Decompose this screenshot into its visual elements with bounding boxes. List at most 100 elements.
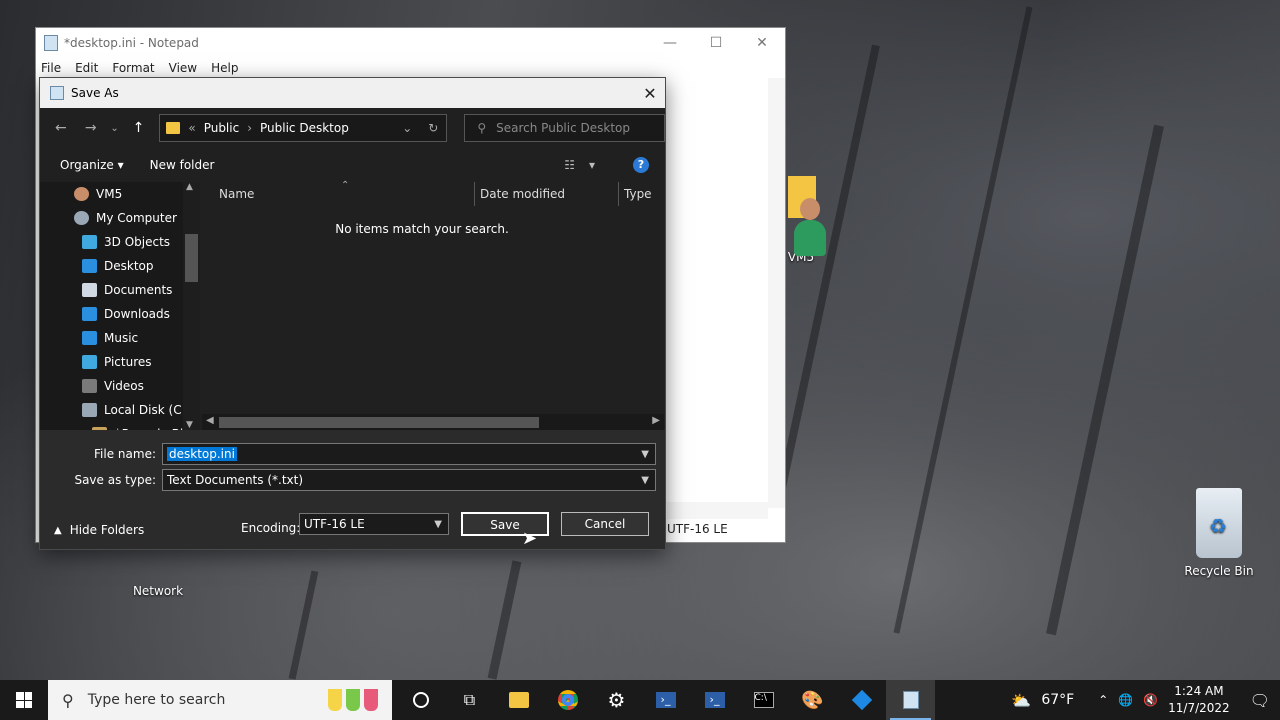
recent-locations-chevron-icon[interactable]: ⌄ [108, 123, 122, 134]
cortana-button[interactable] [396, 680, 445, 720]
tree-item[interactable]: Downloads [40, 302, 200, 326]
help-icon[interactable]: ? [633, 157, 649, 173]
notification-icon[interactable]: 🗨 [1250, 691, 1270, 710]
organize-button[interactable]: Organize ▾ [60, 158, 124, 172]
powershell-button[interactable]: ›_ [641, 680, 690, 720]
menu-edit[interactable]: Edit [75, 61, 98, 75]
start-button[interactable] [0, 680, 48, 720]
folder-icon [508, 692, 529, 708]
breadcrumb-public[interactable]: Public [204, 121, 240, 135]
search-highlight-flasks-icon [328, 689, 378, 711]
file-name-label: File name: [94, 447, 156, 461]
taskbar-search-box[interactable]: ⚲ Type here to search [48, 680, 392, 720]
chevron-down-icon[interactable]: ▼ [434, 519, 448, 530]
notepad-vertical-scrollbar[interactable] [768, 78, 785, 508]
tree-item[interactable]: Videos [40, 374, 200, 398]
encoding-label: Encoding: [241, 521, 301, 535]
tree-item[interactable]: Local Disk (C:) [40, 398, 200, 422]
chevron-down-icon[interactable]: ⌄ [394, 121, 420, 135]
network-globe-icon[interactable]: 🌐 [1118, 693, 1133, 707]
chevron-down-icon[interactable]: ▼ [641, 449, 655, 460]
tree-item[interactable]: $Recycle.Bin [40, 422, 200, 430]
weather-icon[interactable]: ⛅ [1011, 691, 1031, 710]
scroll-left-icon[interactable]: ◀ [206, 415, 214, 426]
encoding-select[interactable]: UTF-16 LE ▼ [299, 513, 449, 535]
up-arrow-icon[interactable]: ↑ [126, 120, 152, 136]
tree-scrollbar[interactable]: ▲ ▼ [183, 182, 200, 430]
wallpaper-streak [288, 570, 319, 680]
chevron-right-icon[interactable]: › [247, 121, 252, 135]
column-name[interactable]: Name [219, 187, 254, 201]
tree-item[interactable]: Desktop [40, 254, 200, 278]
paint-button[interactable]: 🎨 [788, 680, 837, 720]
address-bar[interactable]: « Public › Public Desktop ⌄ ↻ [159, 114, 448, 142]
powershell-icon: ›_ [704, 692, 725, 708]
close-icon[interactable]: ✕ [739, 28, 785, 58]
volume-muted-icon[interactable]: 🔇 [1143, 693, 1158, 707]
minimize-icon[interactable]: — [647, 28, 693, 58]
menu-view[interactable]: View [169, 61, 197, 75]
tree-item[interactable]: VM5 [40, 182, 200, 206]
tree-item[interactable]: Documents [40, 278, 200, 302]
maximize-icon[interactable]: ☐ [693, 28, 739, 58]
chevron-up-icon[interactable]: ⌃ [1098, 693, 1108, 707]
hide-folders-button[interactable]: ▲ Hide Folders [54, 523, 144, 537]
weather-temperature[interactable]: 67°F [1041, 692, 1074, 708]
close-icon[interactable]: ✕ [635, 84, 665, 103]
breadcrumb-public-desktop[interactable]: Public Desktop [260, 121, 349, 135]
cancel-button[interactable]: Cancel [561, 512, 649, 536]
file-explorer-button[interactable] [494, 680, 543, 720]
tree-item[interactable]: Music [40, 326, 200, 350]
column-type[interactable]: Type [624, 187, 652, 201]
scroll-down-icon[interactable]: ▼ [186, 420, 193, 430]
scroll-right-icon[interactable]: ▶ [652, 415, 660, 426]
back-arrow-icon[interactable]: ← [48, 120, 74, 136]
command-prompt-button[interactable]: C:\ [739, 680, 788, 720]
file-name-row: File name: desktop.ini ▼ [40, 443, 656, 465]
taskbar-apps: ⧉ ⚙ ›_ ›_ C:\ 🎨 [396, 680, 935, 720]
notepad-taskbar-button[interactable] [886, 680, 935, 720]
menu-help[interactable]: Help [211, 61, 238, 75]
desktop-icon-recycle-bin[interactable]: ♻ Recycle Bin [1179, 488, 1259, 578]
column-separator[interactable] [474, 182, 475, 206]
tree-item[interactable]: My Computer [40, 206, 200, 230]
clock[interactable]: 1:24 AM 11/7/2022 [1168, 683, 1230, 717]
scroll-thumb[interactable] [219, 417, 539, 428]
task-view-button[interactable]: ⧉ [445, 680, 494, 720]
recycle-bin-icon: ♻ [1196, 488, 1242, 558]
new-folder-button[interactable]: New folder [150, 158, 215, 172]
save-type-select[interactable]: Text Documents (*.txt) ▼ [162, 469, 656, 491]
dialog-title-bar: Save As ✕ [40, 78, 665, 108]
mouse-cursor-icon: ➤ [522, 528, 538, 549]
forward-arrow-icon[interactable]: → [78, 120, 104, 136]
tree-item[interactable]: 3D Objects [40, 230, 200, 254]
navigation-bar: ← → ⌄ ↑ « Public › Public Desktop ⌄ ↻ ⚲ … [40, 108, 665, 148]
search-input[interactable]: ⚲ Search Public Desktop [464, 114, 665, 142]
scroll-up-icon[interactable]: ▲ [186, 182, 193, 192]
notepad-title-bar: *desktop.ini - Notepad — ☐ ✕ [36, 28, 785, 58]
refresh-icon[interactable]: ↻ [428, 121, 446, 135]
picture-icon [82, 355, 97, 369]
chrome-button[interactable] [543, 680, 592, 720]
hyper-v-button[interactable] [837, 680, 886, 720]
scroll-thumb[interactable] [185, 234, 198, 282]
tree-item-label: Desktop [104, 259, 154, 273]
file-list-horizontal-scrollbar[interactable]: ◀ ▶ [202, 414, 664, 430]
column-date-modified[interactable]: Date modified [480, 187, 565, 201]
column-header-row: Name ⌃ Date modified Type [202, 180, 665, 206]
column-separator[interactable] [618, 182, 619, 206]
chevron-down-icon[interactable]: ▼ [641, 475, 655, 486]
menu-file[interactable]: File [41, 61, 61, 75]
dialog-title: Save As [71, 86, 119, 100]
save-type-row: Save as type: Text Documents (*.txt) ▼ [40, 469, 656, 491]
menu-format[interactable]: Format [112, 61, 154, 75]
powershell-admin-button[interactable]: ›_ [690, 680, 739, 720]
notepad-horizontal-scrollbar[interactable] [667, 502, 768, 519]
chevron-left-icon[interactable]: « [188, 121, 195, 135]
tree-item[interactable]: Pictures [40, 350, 200, 374]
powershell-icon: ›_ [655, 692, 676, 708]
settings-button[interactable]: ⚙ [592, 680, 641, 720]
file-name-input[interactable]: desktop.ini ▼ [162, 443, 656, 465]
empty-message: No items match your search. [335, 222, 509, 236]
view-options-button[interactable]: ☷ ▾ [564, 158, 595, 172]
